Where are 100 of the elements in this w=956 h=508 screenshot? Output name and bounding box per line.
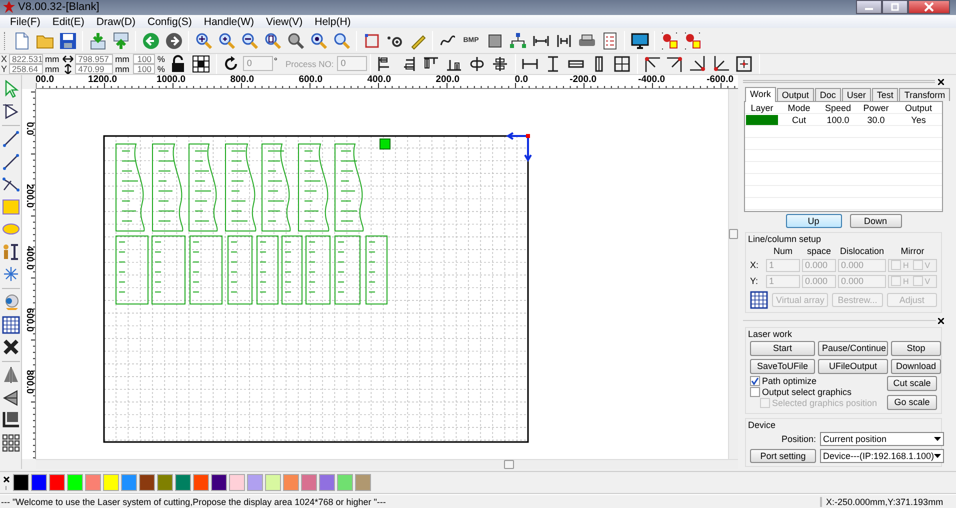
corner-top-left-icon[interactable] (643, 54, 662, 73)
position-field[interactable]: 258.64 (9, 64, 43, 74)
zoom-fit-icon[interactable] (332, 32, 350, 50)
laser-button[interactable]: UFileOutput (818, 358, 888, 374)
device-dropdown[interactable]: Device---(IP:192.168.1.100) (820, 448, 944, 463)
tab[interactable]: Output (776, 88, 814, 101)
down-button[interactable]: Down (850, 214, 902, 228)
laser-button[interactable]: SaveToUFile (750, 358, 815, 374)
tab[interactable]: Transform (899, 88, 950, 101)
color-swatch[interactable] (157, 474, 173, 492)
checkbox[interactable] (750, 386, 760, 397)
checkbox-option[interactable]: Path optimize (750, 376, 884, 386)
scale-field[interactable]: 100 (133, 54, 156, 64)
scale-button[interactable]: Cut scale (887, 376, 937, 391)
zoom-out-icon[interactable] (240, 32, 258, 50)
zoom-page-icon[interactable] (264, 32, 282, 50)
color-swatch[interactable] (283, 474, 299, 492)
color-swatch[interactable] (229, 474, 245, 492)
color-swatch[interactable] (319, 474, 335, 492)
color-swatch[interactable] (211, 474, 227, 492)
tab[interactable]: Test (872, 88, 898, 101)
square-icon[interactable] (486, 32, 504, 50)
zoom-selection-icon[interactable] (310, 32, 328, 50)
marker-icon[interactable] (660, 32, 678, 50)
nine-squares-icon[interactable] (2, 434, 20, 452)
list-icon[interactable] (600, 32, 618, 50)
scale-button[interactable]: Go scale (887, 394, 937, 410)
laser-button[interactable]: Stop (891, 340, 941, 356)
scale-field[interactable]: 100 (133, 64, 156, 74)
size-field[interactable]: 470.99 (75, 64, 114, 74)
maximize-button[interactable] (882, 0, 908, 14)
mirror-horizontal-icon[interactable] (2, 366, 20, 384)
marker-icon[interactable] (684, 32, 702, 50)
close-icon[interactable] (3, 474, 11, 491)
close-button[interactable] (908, 0, 950, 14)
corner-bottom-left-icon[interactable] (712, 54, 730, 73)
up-button[interactable]: Up (786, 214, 842, 228)
text-tool-icon[interactable] (2, 242, 20, 261)
color-swatch[interactable] (337, 474, 353, 492)
grid-box-icon[interactable] (192, 54, 210, 73)
color-swatch[interactable] (85, 474, 101, 492)
menu-item[interactable]: Handle(W) (198, 16, 260, 28)
color-swatch[interactable] (49, 474, 65, 492)
polyline-icon[interactable] (2, 175, 20, 194)
color-swatch[interactable] (265, 474, 281, 492)
align-middle-icon[interactable] (491, 54, 510, 73)
color-swatch[interactable] (355, 474, 371, 492)
menu-item[interactable]: View(V) (260, 16, 309, 28)
menu-item[interactable]: Draw(D) (90, 16, 142, 28)
color-swatch[interactable] (139, 474, 155, 492)
position-dropdown[interactable]: Current position (820, 432, 944, 446)
menu-item[interactable]: Config(S) (142, 16, 198, 28)
color-swatch[interactable] (103, 474, 119, 492)
array-grid-icon[interactable] (750, 290, 768, 309)
corner-icon[interactable] (2, 411, 20, 430)
node-arrow-icon[interactable] (2, 102, 20, 120)
new-file-icon[interactable] (12, 32, 30, 50)
corner-bottom-right-icon[interactable] (689, 54, 708, 73)
center-icon[interactable] (735, 54, 754, 73)
color-swatch[interactable] (13, 474, 29, 492)
select-rectangle-icon[interactable] (362, 32, 380, 50)
position-field[interactable]: 822.531 (9, 54, 43, 64)
color-swatch[interactable] (175, 474, 191, 492)
size-field[interactable]: 798.957 (75, 54, 114, 64)
color-swatch[interactable] (67, 474, 83, 492)
line-icon[interactable] (2, 152, 20, 171)
network-icon[interactable] (508, 32, 526, 50)
color-swatch[interactable] (193, 474, 209, 492)
array-grid-icon[interactable] (2, 316, 20, 334)
color-swatch[interactable] (301, 474, 317, 492)
vertical-scrollbar[interactable] (728, 88, 738, 459)
menu-item[interactable]: Edit(E) (46, 16, 90, 28)
zoom-in-icon[interactable] (218, 32, 236, 50)
layer-color-swatch[interactable] (745, 114, 779, 126)
laser-button[interactable]: Start (750, 340, 815, 356)
color-swatch[interactable] (121, 474, 137, 492)
checkbox[interactable] (750, 376, 760, 386)
magnifier-icon[interactable] (286, 32, 304, 50)
line-icon[interactable] (2, 130, 20, 148)
corner-top-right-icon[interactable] (666, 54, 684, 73)
menu-item[interactable]: File(F) (4, 16, 46, 28)
align-center-icon[interactable] (468, 54, 486, 73)
laser-button[interactable]: Download (891, 358, 941, 374)
close-icon[interactable] (938, 78, 944, 85)
square-marker[interactable] (380, 138, 390, 150)
menu-item[interactable]: Help(H) (308, 16, 357, 28)
minimize-button[interactable] (856, 0, 882, 14)
scrollbar-thumb[interactable] (729, 228, 738, 239)
star-icon[interactable] (2, 265, 20, 284)
tab[interactable]: Work (745, 86, 776, 102)
zoom-in-icon[interactable] (194, 32, 212, 50)
delete-icon[interactable] (2, 338, 20, 356)
same-size-icon[interactable] (613, 54, 632, 73)
port-setting-button[interactable]: Port setting (750, 448, 816, 463)
color-swatch[interactable] (31, 474, 47, 492)
tab[interactable]: Doc (814, 88, 841, 101)
laser-button[interactable]: Pause/Continue (818, 340, 888, 356)
tab[interactable]: User (842, 88, 871, 101)
monitor-icon[interactable] (630, 32, 648, 50)
checkbox-option[interactable]: Output select graphics (750, 386, 884, 397)
